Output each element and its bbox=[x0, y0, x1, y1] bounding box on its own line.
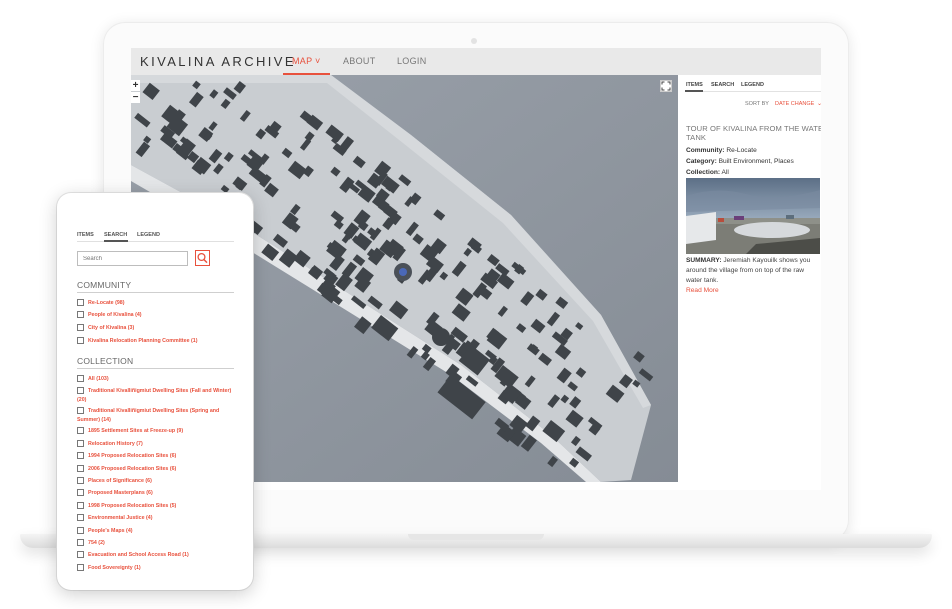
tab-active-indicator bbox=[685, 90, 703, 92]
filter-label: Places of Significance (6) bbox=[88, 478, 152, 484]
filter-checkbox[interactable] bbox=[77, 501, 84, 509]
nav-login[interactable]: LOGIN bbox=[397, 56, 427, 66]
mobile-tab-legend[interactable]: LEGEND bbox=[137, 232, 160, 238]
filter-item[interactable]: Places of Significance (6) bbox=[77, 476, 237, 486]
nav-about[interactable]: ABOUT bbox=[343, 56, 376, 66]
filter-label: All (103) bbox=[88, 376, 109, 382]
sort-label: SORT BY bbox=[745, 101, 769, 107]
filter-item[interactable]: City of Kivalina (3) bbox=[77, 323, 237, 333]
zoom-in-button[interactable]: + bbox=[131, 80, 140, 91]
filter-item[interactable]: Proposed Masterplans (6) bbox=[77, 488, 237, 498]
mobile-tab-items[interactable]: ITEMS bbox=[77, 232, 94, 238]
filter-item[interactable]: Kivalina Relocation Planning Committee (… bbox=[77, 336, 237, 346]
filter-checkbox[interactable] bbox=[77, 310, 84, 318]
mobile-search-input[interactable] bbox=[77, 251, 188, 266]
collection-heading: COLLECTION bbox=[77, 356, 134, 366]
filter-item[interactable]: All (103) bbox=[77, 374, 237, 384]
filter-checkbox[interactable] bbox=[77, 386, 84, 394]
filter-label: Evacuation and School Access Road (1) bbox=[88, 552, 189, 558]
filter-checkbox[interactable] bbox=[77, 563, 84, 571]
filter-label: 754 (2) bbox=[88, 540, 105, 546]
item-category: Category: Built Environment, Places bbox=[686, 158, 794, 165]
collection-divider bbox=[77, 368, 234, 369]
community-divider bbox=[77, 292, 234, 293]
filter-checkbox[interactable] bbox=[77, 426, 84, 434]
filter-item[interactable]: Traditional Kivalliñigmiut Dwelling Site… bbox=[77, 386, 237, 405]
item-title[interactable]: TOUR OF KIVALINA FROM THE WATER TANK bbox=[686, 124, 821, 142]
brand-logo[interactable]: KIVALINA ARCHIVE bbox=[140, 54, 296, 69]
tab-legend[interactable]: LEGEND bbox=[741, 82, 764, 88]
filter-item[interactable]: Relocation History (7) bbox=[77, 439, 237, 449]
filter-label: Traditional Kivalliñigmiut Dwelling Site… bbox=[77, 408, 220, 423]
filter-label: City of Kivalina (3) bbox=[88, 325, 135, 331]
filter-checkbox[interactable] bbox=[77, 439, 84, 447]
filter-item[interactable]: 754 (2) bbox=[77, 538, 237, 548]
filter-checkbox[interactable] bbox=[77, 526, 84, 534]
community-heading: COMMUNITY bbox=[77, 280, 132, 290]
filter-label: 1895 Settlement Sites at Freeze-up (9) bbox=[88, 428, 184, 434]
phone-frame: ITEMS SEARCH LEGEND COMMUNITY Re-Locate … bbox=[57, 193, 253, 590]
filter-checkbox[interactable] bbox=[77, 374, 84, 382]
nav-map[interactable]: MAP ˅ bbox=[292, 56, 321, 66]
item-collection: Collection: All bbox=[686, 169, 729, 176]
tab-items[interactable]: ITEMS bbox=[686, 82, 703, 88]
filter-item[interactable]: People's Maps (4) bbox=[77, 526, 237, 536]
read-more-link[interactable]: Read More bbox=[686, 287, 719, 294]
filter-checkbox[interactable] bbox=[77, 464, 84, 472]
mobile-tab-active-indicator bbox=[104, 240, 128, 242]
filter-label: Re-Locate (98) bbox=[88, 300, 125, 306]
tab-search[interactable]: SEARCH bbox=[711, 82, 734, 88]
filter-checkbox[interactable] bbox=[77, 323, 84, 331]
filter-checkbox[interactable] bbox=[77, 488, 84, 496]
phone-screen: ITEMS SEARCH LEGEND COMMUNITY Re-Locate … bbox=[57, 193, 253, 590]
filter-item[interactable]: Evacuation and School Access Road (1) bbox=[77, 550, 237, 560]
filter-checkbox[interactable] bbox=[77, 476, 84, 484]
fullscreen-icon[interactable] bbox=[660, 80, 672, 92]
filter-label: Proposed Masterplans (6) bbox=[88, 490, 153, 496]
tab-divider bbox=[685, 91, 821, 92]
filter-item[interactable]: 1994 Proposed Relocation Sites (6) bbox=[77, 451, 237, 461]
chevron-down-icon[interactable]: ⌄ bbox=[817, 100, 821, 107]
laptop-notch bbox=[408, 534, 544, 540]
filter-checkbox[interactable] bbox=[77, 550, 84, 558]
laptop-camera bbox=[471, 38, 477, 44]
item-photo[interactable] bbox=[686, 178, 820, 254]
filter-checkbox[interactable] bbox=[77, 538, 84, 546]
filter-item[interactable]: Traditional Kivalliñigmiut Dwelling Site… bbox=[77, 406, 237, 425]
top-navbar: KIVALINA ARCHIVE MAP ˅ ABOUT LOGIN bbox=[131, 48, 821, 75]
filter-label: People's Maps (4) bbox=[88, 528, 133, 534]
search-icon[interactable] bbox=[195, 250, 210, 266]
filter-checkbox[interactable] bbox=[77, 451, 84, 459]
filter-checkbox[interactable] bbox=[77, 406, 84, 414]
zoom-out-button[interactable]: − bbox=[131, 92, 140, 103]
filter-label: 1998 Proposed Relocation Sites (5) bbox=[88, 503, 177, 509]
filter-item[interactable]: 1998 Proposed Relocation Sites (5) bbox=[77, 501, 237, 511]
mobile-tab-search[interactable]: SEARCH bbox=[104, 232, 127, 238]
filter-label: People of Kivalina (4) bbox=[88, 312, 142, 318]
filter-label: Environmental Justice (4) bbox=[88, 515, 153, 521]
filter-label: 1994 Proposed Relocation Sites (6) bbox=[88, 453, 177, 459]
filter-checkbox[interactable] bbox=[77, 298, 84, 306]
filter-item[interactable]: 1895 Settlement Sites at Freeze-up (9) bbox=[77, 426, 237, 436]
sort-select[interactable]: DATE CHANGE bbox=[775, 101, 814, 107]
filter-item[interactable]: Re-Locate (98) bbox=[77, 298, 237, 308]
mobile-tab-divider bbox=[77, 241, 234, 242]
filter-label: Relocation History (7) bbox=[88, 441, 143, 447]
filter-item[interactable]: Food Sovereignty (1) bbox=[77, 563, 237, 573]
filter-label: 2006 Proposed Relocation Sites (6) bbox=[88, 466, 177, 472]
filter-label: Food Sovereignty (1) bbox=[88, 565, 141, 571]
filter-item[interactable]: People of Kivalina (4) bbox=[77, 310, 237, 320]
filter-label: Traditional Kivalliñigmiut Dwelling Site… bbox=[77, 388, 232, 403]
filter-item[interactable]: 2006 Proposed Relocation Sites (6) bbox=[77, 464, 237, 474]
item-summary: SUMMARY: Jeremiah Kayouilk shows you aro… bbox=[686, 257, 811, 284]
filter-checkbox[interactable] bbox=[77, 513, 84, 521]
item-community: Community: Re-Locate bbox=[686, 147, 757, 154]
filter-label: Kivalina Relocation Planning Committee (… bbox=[88, 338, 198, 344]
filter-item[interactable]: Environmental Justice (4) bbox=[77, 513, 237, 523]
item-panel: ITEMS SEARCH LEGEND SORT BY DATE CHANGE … bbox=[685, 75, 821, 490]
filter-checkbox[interactable] bbox=[77, 336, 84, 344]
